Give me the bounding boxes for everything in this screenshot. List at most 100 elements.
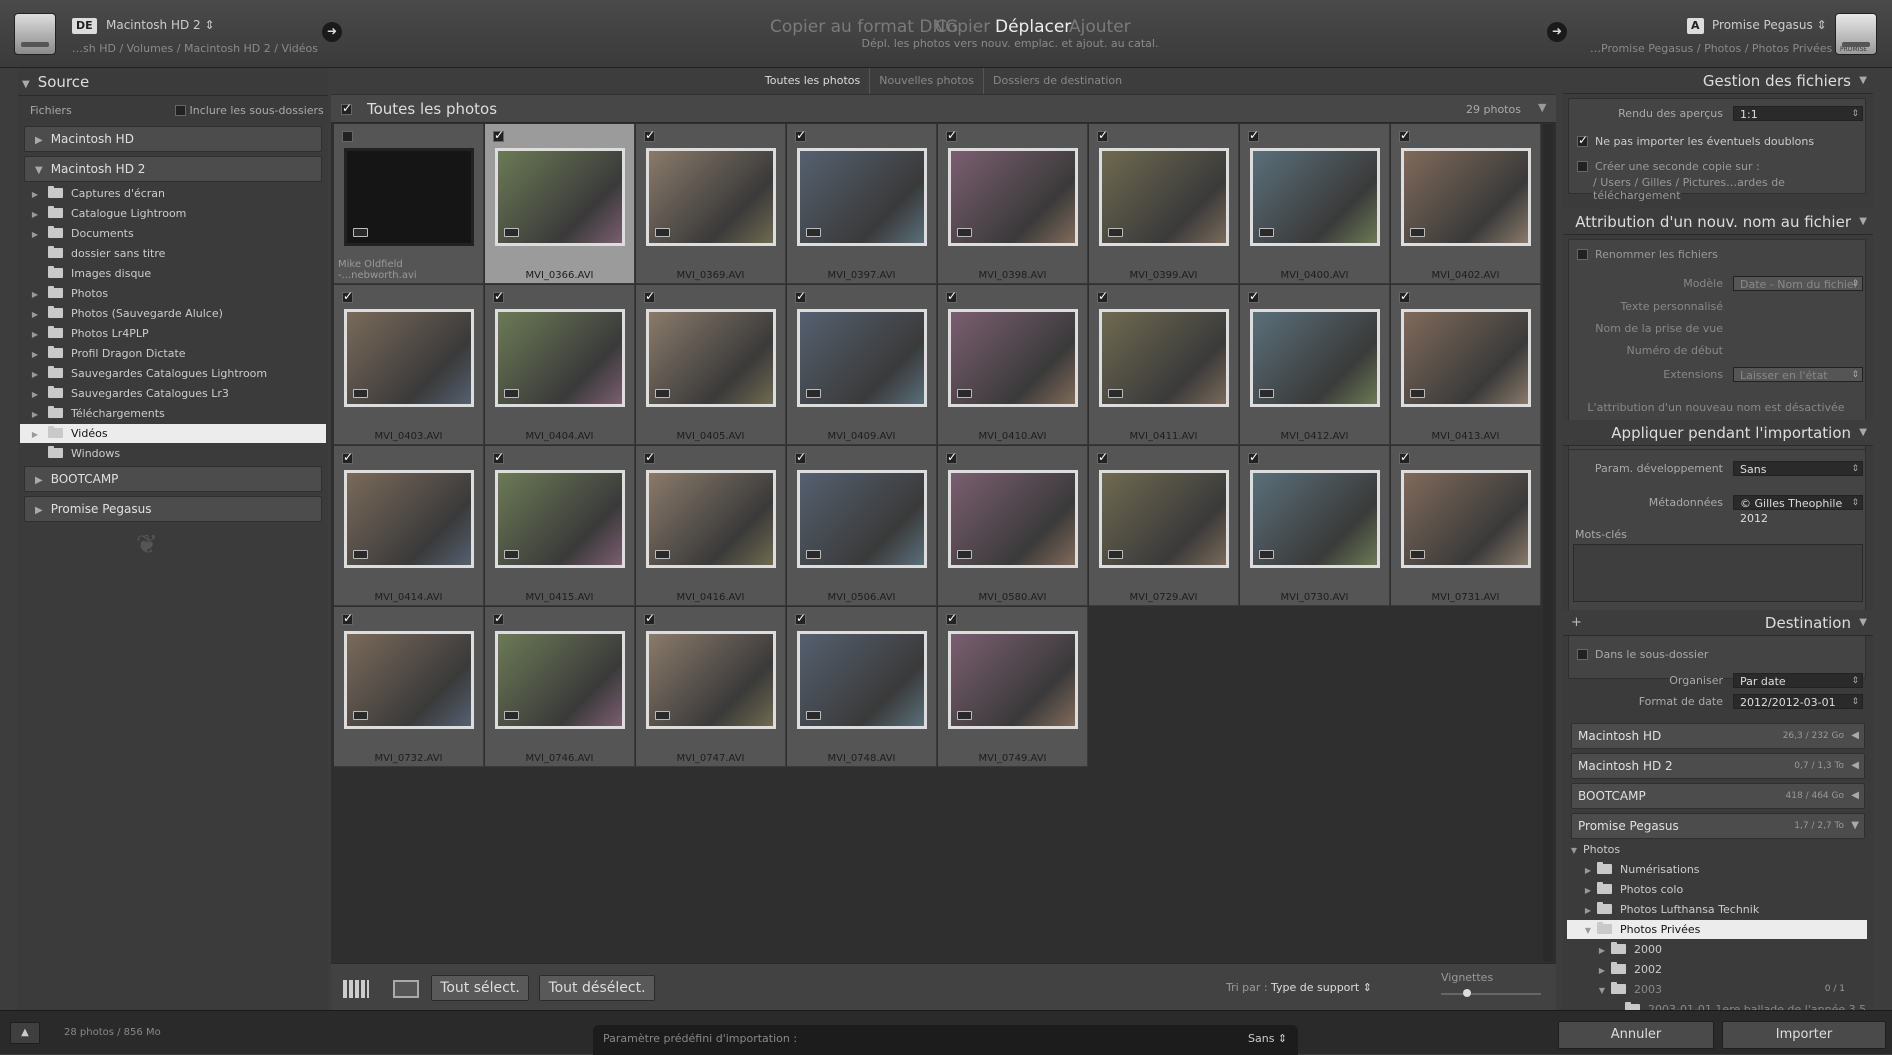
add-folder-icon[interactable]: + — [1571, 610, 1582, 636]
thumbnail-size-slider[interactable] — [1441, 993, 1541, 995]
template-select[interactable]: Date - Nom du fichier — [1733, 276, 1863, 292]
thumbnail-cell[interactable]: MVI_0748.AVI — [787, 607, 937, 767]
thumbnail-cell[interactable]: MVI_0580.AVI — [938, 446, 1088, 606]
thumbnail-cell[interactable]: MVI_0403.AVI — [334, 285, 484, 445]
thumbnail-cell[interactable]: MVI_0369.AVI — [636, 124, 786, 284]
include-checkbox[interactable] — [493, 611, 504, 625]
volume-promise-pegasus[interactable]: ▶ Promise Pegasus — [24, 496, 322, 522]
include-checkbox[interactable] — [644, 450, 655, 464]
disclosure-triangle-icon[interactable]: ▶ — [20, 365, 48, 384]
dest-volume-selector[interactable]: Promise Pegasus ⇕ — [1712, 18, 1827, 32]
folder-item[interactable]: dossier sans titre — [20, 244, 326, 263]
thumbnail-cell[interactable]: MVI_0411.AVI — [1089, 285, 1239, 445]
develop-select[interactable]: Sans — [1733, 461, 1863, 477]
folder-item[interactable]: Images disque — [20, 264, 326, 283]
grid-scrollbar[interactable] — [1543, 124, 1553, 962]
mode-copy[interactable]: Copier — [935, 17, 990, 37]
preset-select[interactable]: Sans ⇕ — [1248, 1032, 1287, 1045]
folder-item[interactable]: ▶ Profil Dragon Dictate — [20, 344, 326, 363]
include-checkbox[interactable] — [1097, 128, 1108, 142]
dest-volume-promise-pegasus[interactable]: Promise Pegasus 1,7 / 2,7 To ▼ — [1571, 813, 1865, 839]
dest-folder-item[interactable]: ▶ Photos Lufthansa Technik — [1567, 900, 1867, 919]
thumbnail-cell[interactable]: MVI_0506.AVI — [787, 446, 937, 606]
destination-header[interactable]: + Destination ▼ — [1563, 610, 1873, 636]
thumbnail-cell[interactable]: MVI_0747.AVI — [636, 607, 786, 767]
collapse-up-icon[interactable]: ▲ — [10, 1022, 40, 1044]
include-checkbox[interactable] — [946, 128, 957, 142]
include-checkbox[interactable] — [795, 450, 806, 464]
subfolder-checkbox[interactable]: Dans le sous-dossier — [1577, 648, 1708, 661]
thumbnail-cell[interactable]: MVI_0400.AVI — [1240, 124, 1390, 284]
dest-volume-macintosh-hd-2[interactable]: Macintosh HD 2 0,7 / 1,3 To ◀ — [1571, 753, 1865, 779]
include-checkbox[interactable] — [342, 450, 353, 464]
folder-item[interactable]: ▶ Vidéos — [20, 424, 326, 443]
thumbnail-cell[interactable]: MVI_0749.AVI — [938, 607, 1088, 767]
thumbnail-cell[interactable]: MVI_0404.AVI — [485, 285, 635, 445]
thumbnail-cell[interactable]: MVI_0746.AVI — [485, 607, 635, 767]
import-button[interactable]: Importer — [1722, 1021, 1886, 1049]
include-checkbox[interactable] — [1248, 450, 1259, 464]
rename-header[interactable]: Attribution d'un nouv. nom au fichier ▼ — [1563, 209, 1873, 235]
thumbnail-cell[interactable]: MVI_0731.AVI — [1391, 446, 1541, 606]
metadata-select[interactable]: © Gilles Theophile 2012 — [1733, 495, 1863, 525]
include-checkbox[interactable] — [1248, 289, 1259, 303]
disclosure-triangle-icon[interactable]: ▶ — [20, 285, 48, 304]
sort-selector[interactable]: Type de support ⇕ — [1271, 981, 1372, 994]
folder-item[interactable]: ▶ Photos Lr4PLP — [20, 324, 326, 343]
folder-item[interactable]: ▶ Catalogue Lightroom — [20, 204, 326, 223]
disclosure-triangle-icon[interactable]: ▶ — [1567, 901, 1597, 920]
deselect-all-button[interactable]: Tout désélect. — [539, 975, 655, 1001]
include-checkbox[interactable] — [946, 450, 957, 464]
rename-checkbox[interactable]: Renommer les fichiers — [1577, 248, 1718, 261]
dest-folder-item[interactable]: ▼ Photos — [1567, 840, 1867, 859]
include-checkbox[interactable] — [1399, 128, 1410, 142]
include-checkbox[interactable] — [1097, 450, 1108, 464]
mode-move[interactable]: Déplacer — [995, 17, 1071, 37]
thumbnail-cell[interactable]: MVI_0730.AVI — [1240, 446, 1390, 606]
disclosure-triangle-icon[interactable]: ▶ — [1567, 961, 1611, 980]
include-checkbox[interactable] — [644, 128, 655, 142]
disclosure-triangle-icon[interactable]: ▶ — [1567, 881, 1597, 900]
folder-item[interactable]: ▶ Photos (Sauvegarde Alulce) — [20, 304, 326, 323]
cancel-button[interactable]: Annuler — [1558, 1021, 1714, 1049]
include-checkbox[interactable] — [795, 289, 806, 303]
thumbnail-cell[interactable]: MVI_0414.AVI — [334, 446, 484, 606]
thumbnail-cell[interactable]: MVI_0399.AVI — [1089, 124, 1239, 284]
include-checkbox[interactable] — [342, 289, 353, 303]
disclosure-triangle-icon[interactable]: ▼ — [1567, 921, 1597, 940]
tab-all-photos[interactable]: Toutes les photos — [756, 68, 871, 94]
disclosure-triangle-icon[interactable]: ▶ — [20, 385, 48, 404]
disclosure-triangle-icon[interactable]: ▼ — [1567, 981, 1611, 1000]
preset-bar[interactable]: Paramètre prédéfini d'importation : Sans… — [593, 1025, 1298, 1055]
disclosure-triangle-icon[interactable]: ▶ — [20, 425, 48, 444]
thumbnail-cell[interactable]: MVI_0729.AVI — [1089, 446, 1239, 606]
tab-destination-folders[interactable]: Dossiers de destination — [984, 68, 1131, 94]
grid-view-icon[interactable] — [343, 980, 369, 998]
tab-new-photos[interactable]: Nouvelles photos — [870, 68, 985, 94]
source-arrow-icon[interactable]: ➜ — [322, 22, 342, 42]
include-checkbox[interactable] — [493, 128, 504, 142]
folder-item[interactable]: ▶ Photos — [20, 284, 326, 303]
grid-menu-icon[interactable]: ▼ — [1538, 101, 1546, 114]
folder-item[interactable]: Windows — [20, 444, 326, 463]
include-checkbox[interactable] — [795, 128, 806, 142]
thumbnail-cell[interactable]: MVI_0397.AVI — [787, 124, 937, 284]
thumbnail-cell[interactable]: MVI_0732.AVI — [334, 607, 484, 767]
mode-copy-dng[interactable]: Copier au format DNG — [770, 17, 958, 37]
include-checkbox[interactable] — [795, 611, 806, 625]
include-checkbox[interactable] — [1399, 289, 1410, 303]
dest-folder-item[interactable]: ▼ Photos Privées — [1567, 920, 1867, 939]
disclosure-triangle-icon[interactable]: ▶ — [20, 205, 48, 224]
second-copy-checkbox[interactable]: Créer une seconde copie sur : — [1577, 160, 1760, 173]
disclosure-triangle-icon[interactable]: ▶ — [1567, 861, 1597, 880]
slider-handle[interactable] — [1463, 989, 1471, 997]
include-checkbox[interactable] — [946, 611, 957, 625]
previews-select[interactable]: 1:1 — [1733, 106, 1863, 122]
thumbnail-cell[interactable]: MVI_0405.AVI — [636, 285, 786, 445]
disclosure-triangle-icon[interactable]: ▶ — [20, 225, 48, 244]
disclosure-triangle-icon[interactable]: ▶ — [20, 185, 48, 204]
folder-item[interactable]: ▶ Téléchargements — [20, 404, 326, 423]
include-checkbox[interactable] — [644, 611, 655, 625]
dest-folder-item[interactable]: ▶ Numérisations — [1567, 860, 1867, 879]
include-checkbox[interactable] — [493, 450, 504, 464]
